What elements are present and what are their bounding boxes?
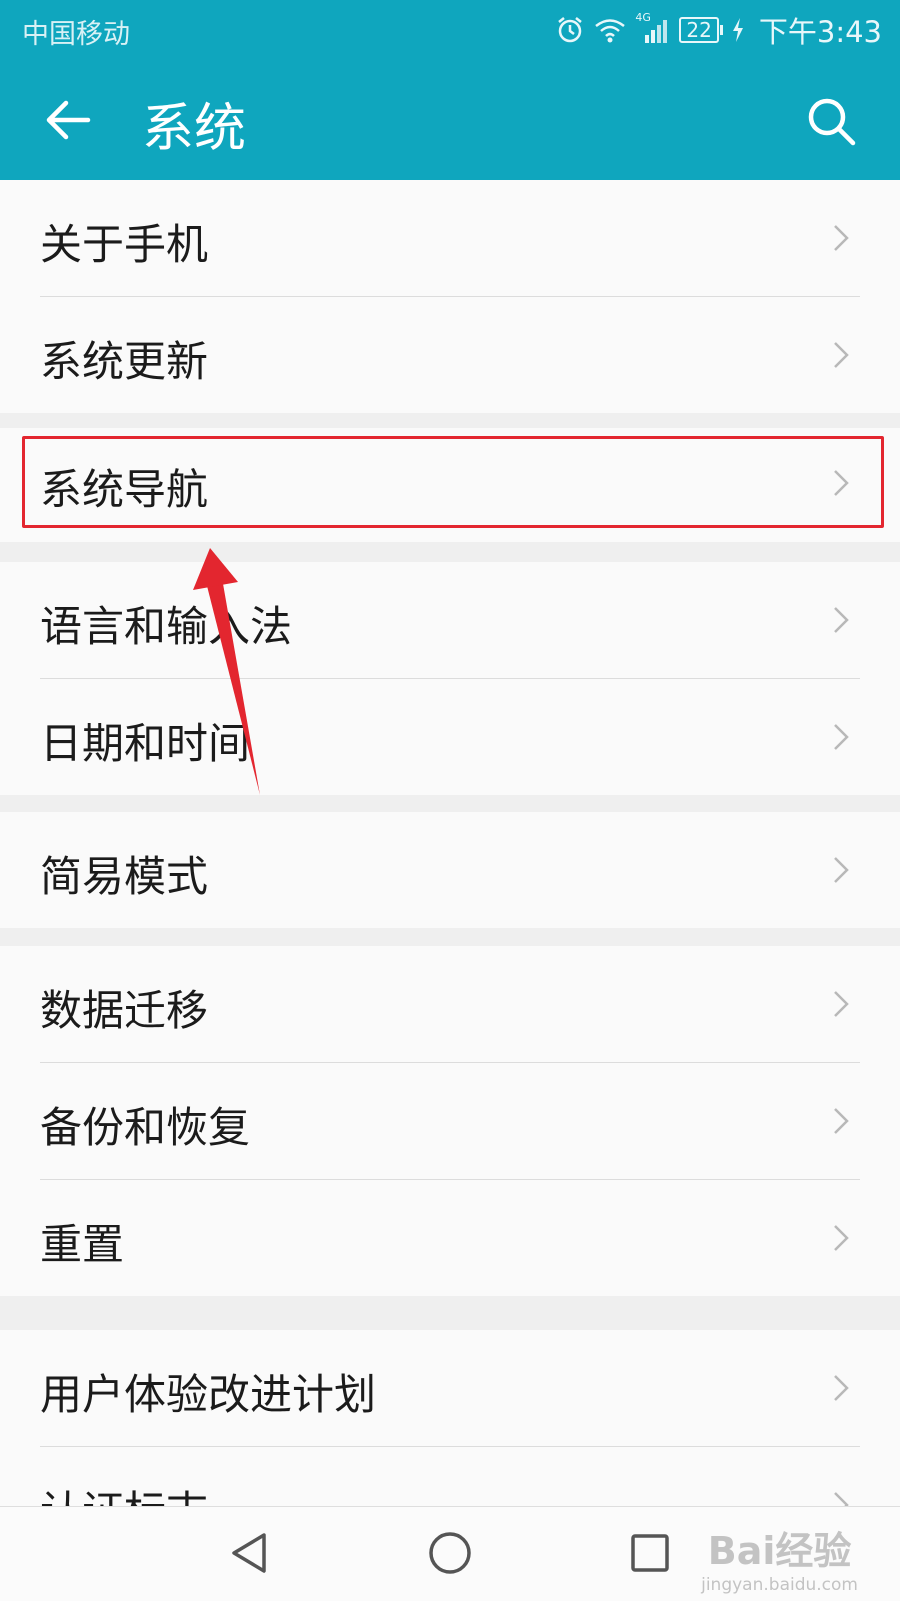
watermark-url: jingyan.baidu.com [701, 1575, 858, 1595]
highlight-box [22, 436, 884, 528]
settings-item-system-update[interactable]: 系统更新 [0, 297, 900, 413]
settings-item-label: 用户体验改进计划 [40, 1370, 377, 1419]
battery-icon: 22 [679, 17, 723, 43]
settings-item-reset[interactable]: 重置 [0, 1180, 900, 1296]
settings-item-simple-mode[interactable]: 简易模式 [0, 812, 900, 928]
settings-item-label: 简易模式 [40, 852, 209, 901]
carrier-name: 中国移动 [22, 19, 130, 50]
search-icon [808, 98, 856, 146]
settings-item-date-time[interactable]: 日期和时间 [0, 679, 900, 795]
clock-time: 下午3:43 [758, 15, 882, 49]
settings-item-label: 认证标志 [40, 1478, 208, 1506]
settings-item-label: 系统更新 [40, 337, 209, 386]
status-bar: 中国移动 4G 22 下午3:43 [0, 0, 900, 62]
watermark-brand: Bai经验 [707, 1529, 852, 1573]
settings-item-about-phone[interactable]: 关于手机 [0, 180, 900, 296]
chevron-right-icon [834, 1375, 849, 1401]
settings-item-label: 语言和输入法 [40, 602, 293, 651]
chevron-right-icon [834, 857, 849, 883]
settings-group-6: 用户体验改进计划 认证标志 [0, 1330, 900, 1506]
chevron-right-icon [834, 991, 849, 1017]
settings-item-data-migration[interactable]: 数据迁移 [0, 946, 900, 1062]
nav-recents-button[interactable] [622, 1525, 678, 1581]
status-icons: 4G 22 下午3:43 [555, 10, 882, 50]
alarm-icon [555, 15, 585, 45]
chevron-right-icon [834, 1108, 849, 1134]
settings-group-3: 语言和输入法 日期和时间 [0, 562, 900, 795]
back-arrow-icon [46, 100, 91, 140]
chevron-right-icon [834, 1225, 849, 1251]
navigation-bar: Bai经验 jingyan.baidu.com [0, 1506, 900, 1601]
page-title: 系统 [142, 99, 247, 159]
network-type-label: 4G [635, 11, 651, 24]
battery-level: 22 [679, 17, 719, 43]
settings-item-certification[interactable]: 认证标志 [0, 1447, 900, 1506]
settings-item-label: 数据迁移 [40, 986, 209, 1035]
chevron-right-icon [834, 1492, 849, 1506]
square-recents-icon [631, 1534, 669, 1572]
chevron-right-icon [834, 342, 849, 368]
chevron-right-icon [834, 724, 849, 750]
app-bar: 系统 [0, 62, 900, 180]
chevron-right-icon [834, 225, 849, 251]
settings-item-label: 重置 [40, 1220, 125, 1269]
settings-group-4: 简易模式 [0, 812, 900, 928]
settings-group-5: 数据迁移 备份和恢复 重置 [0, 946, 900, 1296]
cellular-signal-icon: 4G [635, 11, 671, 45]
search-button[interactable] [806, 96, 858, 148]
watermark: Bai经验 jingyan.baidu.com [701, 1520, 858, 1595]
back-button[interactable] [40, 90, 100, 150]
triangle-back-icon [232, 1533, 266, 1573]
chevron-right-icon [834, 607, 849, 633]
circle-home-icon [429, 1532, 471, 1574]
settings-item-user-experience[interactable]: 用户体验改进计划 [0, 1330, 900, 1446]
charging-icon [731, 17, 745, 43]
settings-item-label: 日期和时间 [40, 719, 251, 768]
settings-item-label: 备份和恢复 [40, 1103, 251, 1152]
settings-item-label: 关于手机 [40, 220, 209, 269]
settings-item-language-input[interactable]: 语言和输入法 [0, 562, 900, 678]
nav-back-button[interactable] [222, 1525, 278, 1581]
wifi-icon [593, 15, 627, 45]
settings-group-1: 关于手机 系统更新 [0, 180, 900, 413]
settings-item-backup-restore[interactable]: 备份和恢复 [0, 1063, 900, 1179]
nav-home-button[interactable] [422, 1525, 478, 1581]
